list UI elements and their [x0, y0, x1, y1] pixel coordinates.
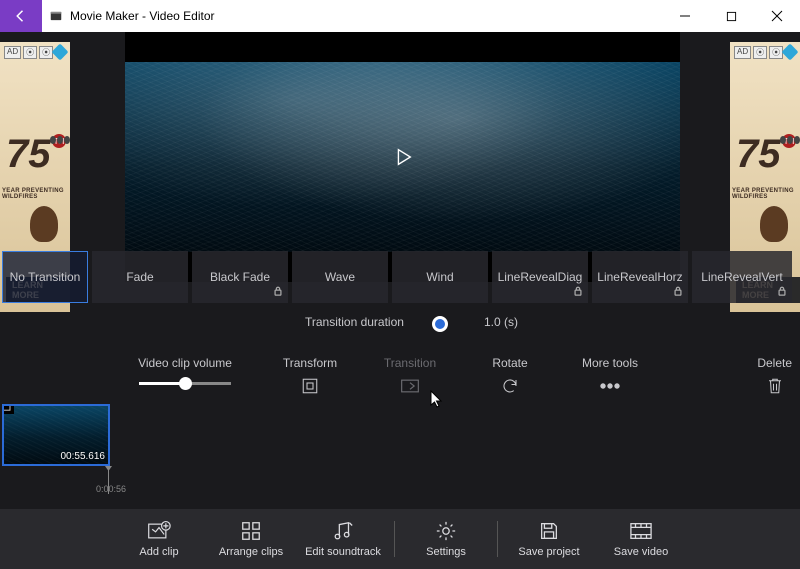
edit-soundtrack-button[interactable]: Edit soundtrack [298, 520, 388, 558]
add-clip-button[interactable]: Add clip [114, 520, 204, 558]
transition-icon [400, 376, 420, 396]
tool-label: More tools [582, 356, 638, 370]
ad-badges: AD⦿⦿ [4, 46, 53, 59]
save-project-button[interactable]: Save project [504, 520, 594, 558]
rotate-icon [501, 376, 519, 396]
lock-icon [673, 285, 683, 299]
titlebar: Movie Maker - Video Editor [0, 0, 800, 32]
volume-knob[interactable] [179, 377, 192, 390]
transition-label: LineRevealHorz [597, 270, 682, 284]
tool-label: Rotate [492, 356, 527, 370]
tool-label: Transition [384, 356, 436, 370]
app-icon [48, 8, 64, 24]
delete-button[interactable]: Delete [757, 356, 792, 399]
transition-black-fade[interactable]: Black Fade [192, 251, 288, 303]
cursor-icon [430, 390, 444, 413]
transition-label: Wave [325, 270, 355, 284]
ad-badges: AD⦿⦿ [734, 46, 783, 59]
trash-icon [766, 376, 784, 399]
volume-label: Video clip volume [138, 356, 232, 370]
toolbar-label: Save video [614, 546, 668, 558]
bear-icon [760, 206, 788, 242]
maximize-button[interactable] [708, 0, 754, 32]
bottom-toolbar: Add clip Arrange clips Edit soundtrack S… [0, 509, 800, 569]
play-button[interactable] [385, 139, 421, 175]
transition-linerevealdiag[interactable]: LineRevealDiag [492, 251, 588, 303]
duration-knob[interactable] [432, 316, 448, 332]
transition-wind[interactable]: Wind [392, 251, 488, 303]
transition-label: No Transition [10, 270, 81, 284]
minimize-button[interactable] [662, 0, 708, 32]
close-button[interactable] [754, 0, 800, 32]
volume-slider[interactable] [139, 382, 231, 385]
toolbar-label: Arrange clips [219, 546, 283, 558]
ad-tagline: YEAR PREVENTING WILDFIRES [732, 188, 800, 200]
duration-label: Transition duration [305, 315, 404, 329]
separator [497, 521, 498, 557]
toolbar-label: Settings [426, 546, 466, 558]
transition-linerevealhorz[interactable]: LineRevealHorz [592, 251, 688, 303]
rotate-button[interactable]: Rotate [475, 356, 545, 396]
duration-value: 1.0 (s) [484, 315, 518, 329]
transition-linerevealvert[interactable]: LineRevealVert [692, 251, 792, 303]
toolbar-label: Edit soundtrack [305, 546, 381, 558]
adchoices-icon [52, 44, 69, 61]
balloons-icon [50, 136, 70, 144]
balloons-icon [780, 136, 800, 144]
transition-no-transition[interactable]: No Transition [2, 251, 88, 303]
transition-wave[interactable]: Wave [292, 251, 388, 303]
volume-tool: Video clip volume [125, 356, 245, 385]
ad-number: 75 [736, 132, 781, 177]
workspace: AD⦿⦿ 75 TH YEAR PREVENTING WILDFIRES LEA… [0, 32, 800, 509]
arrange-clips-button[interactable]: Arrange clips [206, 520, 296, 558]
transition-label: LineRevealDiag [498, 270, 583, 284]
transform-icon [301, 376, 319, 396]
lock-icon [573, 285, 583, 299]
transition-label: LineRevealVert [701, 270, 782, 284]
adchoices-icon [782, 44, 799, 61]
playhead-time: 0:00:56 [96, 484, 126, 494]
transition-label: Wind [426, 270, 453, 284]
duration-row: Transition duration 1.0 (s) [125, 315, 680, 329]
more-icon [599, 376, 621, 396]
lock-icon [777, 285, 787, 299]
transform-button[interactable]: Transform [275, 356, 345, 396]
settings-button[interactable]: Settings [401, 520, 491, 558]
save-video-button[interactable]: Save video [596, 520, 686, 558]
timeline-clip[interactable]: 00:55.616 [2, 404, 110, 466]
bear-icon [30, 206, 58, 242]
transition-label: Fade [126, 270, 153, 284]
clip-duration: 00:55.616 [61, 451, 106, 462]
tool-label: Transform [283, 356, 337, 370]
toolbar-label: Save project [518, 546, 579, 558]
toolbar-label: Add clip [139, 546, 178, 558]
window-title: Movie Maker - Video Editor [70, 9, 215, 23]
clip-tools: Video clip volume Transform Transition R… [125, 356, 680, 396]
video-preview[interactable] [125, 32, 680, 282]
ad-number: 75 [6, 132, 51, 177]
ad-tagline: YEAR PREVENTING WILDFIRES [2, 188, 70, 200]
tool-label: Delete [757, 356, 792, 370]
transition-fade[interactable]: Fade [92, 251, 188, 303]
lock-icon [273, 285, 283, 299]
separator [394, 521, 395, 557]
transition-label: Black Fade [210, 270, 270, 284]
transition-list: No Transition Fade Black Fade Wave Wind … [0, 251, 800, 307]
more-tools-button[interactable]: More tools [575, 356, 645, 396]
clip-overlay-icon [2, 404, 14, 414]
back-button[interactable] [0, 0, 42, 32]
